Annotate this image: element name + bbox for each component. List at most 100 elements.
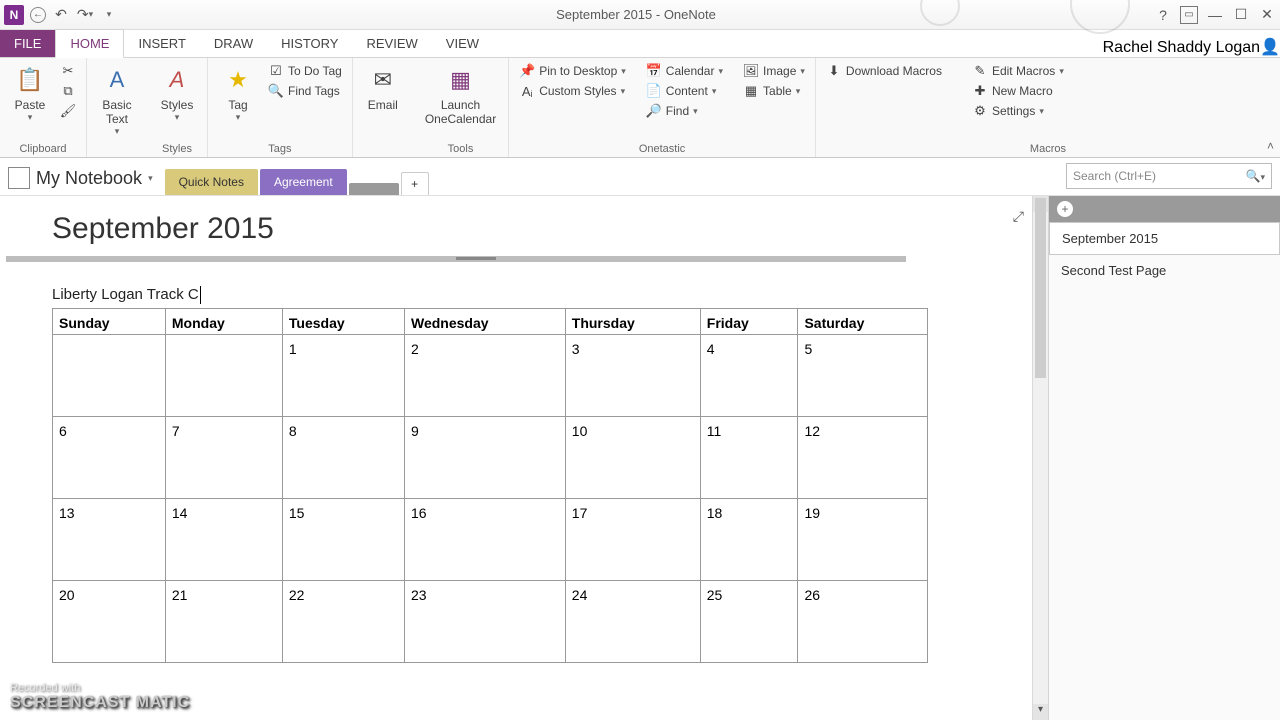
- launch-onecalendar-button[interactable]: ▦ Launch OneCalendar: [421, 62, 500, 128]
- styles-button[interactable]: A Styles▾: [155, 62, 199, 125]
- group-title: Tools: [421, 143, 500, 155]
- find-menu-button[interactable]: 🔎Find▾: [644, 102, 725, 120]
- user-avatar-icon[interactable]: 👤: [1260, 37, 1280, 57]
- add-section-button[interactable]: +: [401, 172, 429, 195]
- calendar-cell[interactable]: 21: [165, 581, 282, 663]
- calendar-cell[interactable]: 17: [565, 499, 700, 581]
- calendar-cell[interactable]: 3: [565, 335, 700, 417]
- calendar-cell[interactable]: 18: [700, 499, 798, 581]
- group-title: Clipboard: [8, 143, 78, 155]
- email-button[interactable]: ✉ Email: [361, 62, 405, 114]
- calendar-cell[interactable]: [165, 335, 282, 417]
- copy-button[interactable]: ⧉: [58, 82, 78, 100]
- calendar-cell[interactable]: 26: [798, 581, 928, 663]
- calendar-menu-button[interactable]: 📅Calendar▾: [644, 62, 725, 80]
- calendar-cell[interactable]: 1: [282, 335, 404, 417]
- email-icon: ✉: [367, 64, 399, 96]
- settings-button[interactable]: ⚙Settings▾: [970, 102, 1066, 120]
- add-page-button[interactable]: +: [1049, 196, 1280, 222]
- scroll-down-icon[interactable]: ▾: [1033, 704, 1048, 720]
- calendar-cell[interactable]: 12: [798, 417, 928, 499]
- format-painter-button[interactable]: 🖌: [58, 102, 78, 120]
- tab-view[interactable]: VIEW: [432, 30, 493, 57]
- content-menu-button[interactable]: 📄Content▾: [644, 82, 725, 100]
- calendar-cell[interactable]: 6: [53, 417, 166, 499]
- calendar-table[interactable]: SundayMondayTuesdayWednesdayThursdayFrid…: [52, 308, 928, 663]
- calendar-cell[interactable]: 25: [700, 581, 798, 663]
- minimize-icon[interactable]: —: [1206, 6, 1224, 24]
- new-macro-icon: ✚: [972, 83, 988, 99]
- calendar-cell[interactable]: 20: [53, 581, 166, 663]
- calendar-cell[interactable]: 19: [798, 499, 928, 581]
- calendar-cell[interactable]: 22: [282, 581, 404, 663]
- scroll-thumb[interactable]: [1035, 198, 1046, 378]
- tab-history[interactable]: HISTORY: [267, 30, 352, 57]
- note-container-handle[interactable]: [6, 256, 906, 262]
- basic-text-button[interactable]: A Basic Text▾: [95, 62, 139, 139]
- edit-macros-button[interactable]: ✎Edit Macros▾: [970, 62, 1066, 80]
- vertical-scrollbar[interactable]: ▴ ▾: [1032, 196, 1048, 720]
- paste-icon: 📋: [14, 64, 46, 96]
- tag-button[interactable]: ★ Tag▾: [216, 62, 260, 125]
- search-placeholder: Search (Ctrl+E): [1073, 169, 1156, 183]
- image-menu-button[interactable]: 🖼Image▾: [741, 62, 807, 80]
- calendar-cell[interactable]: [53, 335, 166, 417]
- calendar-cell[interactable]: 5: [798, 335, 928, 417]
- note-container[interactable]: Liberty Logan Track C SundayMondayTuesda…: [52, 286, 1048, 663]
- notebook-selector[interactable]: My Notebook ▾: [8, 167, 153, 195]
- tab-review[interactable]: REVIEW: [352, 30, 431, 57]
- title-bar: N ← ↶ ↷▾ ▾ September 2015 - OneNote ? ▭ …: [0, 0, 1280, 30]
- signed-in-user[interactable]: Rachel Shaddy Logan: [1103, 39, 1260, 57]
- calendar-cell[interactable]: 8: [282, 417, 404, 499]
- cut-button[interactable]: ✂: [58, 62, 78, 80]
- collapse-ribbon-icon[interactable]: ˄: [1267, 139, 1274, 153]
- calendar-cell[interactable]: 15: [282, 499, 404, 581]
- redo-icon[interactable]: ↷▾: [76, 6, 94, 24]
- page-title[interactable]: September 2015: [52, 212, 1048, 246]
- custom-styles-button[interactable]: AᵢCustom Styles▾: [517, 82, 628, 100]
- table-menu-button[interactable]: ▦Table▾: [741, 82, 807, 100]
- calendar-cell[interactable]: 16: [405, 499, 566, 581]
- help-icon[interactable]: ?: [1154, 6, 1172, 24]
- tab-draw[interactable]: DRAW: [200, 30, 267, 57]
- onecalendar-icon: ▦: [445, 64, 477, 96]
- tag-icon: ★: [222, 64, 254, 96]
- calendar-cell[interactable]: 11: [700, 417, 798, 499]
- pin-to-desktop-button[interactable]: 📌Pin to Desktop▾: [517, 62, 628, 80]
- back-icon[interactable]: ←: [30, 7, 46, 23]
- page-list-item[interactable]: Second Test Page: [1049, 255, 1280, 287]
- search-input[interactable]: Search (Ctrl+E) 🔍▾: [1066, 163, 1272, 189]
- download-macros-button[interactable]: ⬇Download Macros: [824, 62, 944, 80]
- page-canvas[interactable]: ⤢ September 2015 Liberty Logan Track C S…: [0, 196, 1048, 720]
- undo-icon[interactable]: ↶: [52, 6, 70, 24]
- section-tab[interactable]: Quick Notes: [165, 169, 258, 195]
- tab-file[interactable]: FILE: [0, 30, 55, 57]
- calendar-cell[interactable]: 24: [565, 581, 700, 663]
- find-tags-button[interactable]: 🔍Find Tags: [266, 82, 344, 100]
- calendar-header: Monday: [165, 309, 282, 335]
- qat-customize-icon[interactable]: ▾: [100, 6, 118, 24]
- full-page-view-icon[interactable]: ▭: [1180, 6, 1198, 24]
- new-macro-button[interactable]: ✚New Macro: [970, 82, 1066, 100]
- todo-tag-button[interactable]: ☑To Do Tag: [266, 62, 344, 80]
- calendar-cell[interactable]: 13: [53, 499, 166, 581]
- calendar-cell[interactable]: 7: [165, 417, 282, 499]
- calendar-cell[interactable]: 2: [405, 335, 566, 417]
- section-tab[interactable]: Agreement: [260, 169, 347, 195]
- calendar-cell[interactable]: 9: [405, 417, 566, 499]
- maximize-icon[interactable]: ☐: [1232, 6, 1250, 24]
- section-tab[interactable]: [349, 183, 399, 195]
- plus-icon: +: [1057, 201, 1073, 217]
- calendar-cell[interactable]: 23: [405, 581, 566, 663]
- pin-icon: 📌: [519, 63, 535, 79]
- calendar-cell[interactable]: 10: [565, 417, 700, 499]
- calendar-cell[interactable]: 4: [700, 335, 798, 417]
- tab-home[interactable]: HOME: [55, 29, 124, 58]
- paste-button[interactable]: 📋 Paste ▾: [8, 62, 52, 125]
- onenote-app-icon[interactable]: N: [4, 5, 24, 25]
- tab-insert[interactable]: INSERT: [124, 30, 199, 57]
- calendar-caption[interactable]: Liberty Logan Track C: [52, 286, 1048, 304]
- calendar-cell[interactable]: 14: [165, 499, 282, 581]
- close-icon[interactable]: ✕: [1258, 6, 1276, 24]
- page-list-item[interactable]: September 2015: [1049, 222, 1280, 255]
